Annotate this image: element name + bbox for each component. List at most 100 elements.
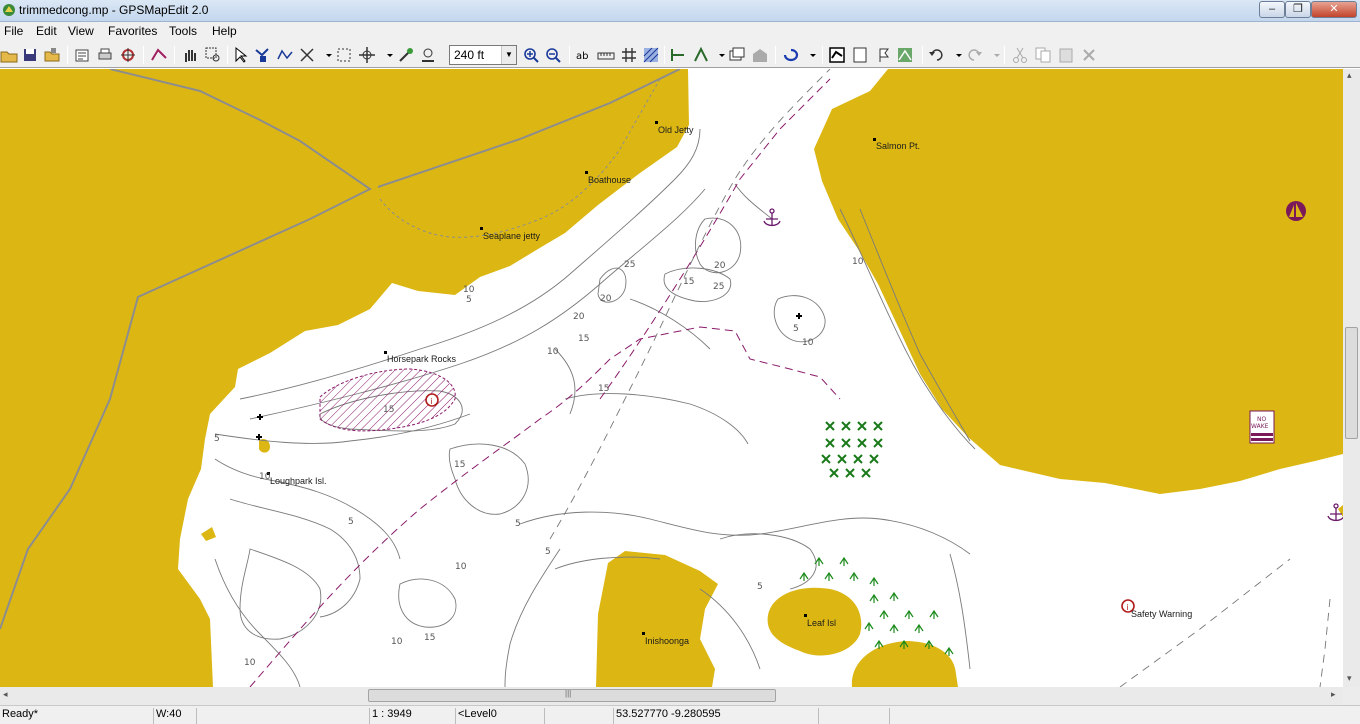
zoom-in-icon[interactable] — [522, 46, 540, 64]
properties-icon[interactable] — [73, 46, 91, 64]
polyline-icon[interactable] — [276, 46, 294, 64]
nautical-chart[interactable]: i i NO WAKE 25 2015202520151051015510155… — [0, 69, 1343, 687]
split-icon[interactable] — [692, 46, 710, 64]
depth-label: 5 — [214, 434, 220, 444]
chevron-down-icon[interactable]: ▼ — [501, 46, 516, 64]
status-empty-pane — [196, 708, 368, 724]
depth-label: 5 — [348, 517, 354, 527]
scroll-left-icon[interactable]: ◂ — [3, 689, 8, 700]
move-icon[interactable] — [358, 46, 376, 64]
label-horsepark-rocks[interactable]: Horsepark Rocks — [387, 354, 456, 364]
close-button[interactable]: ✕ — [1311, 1, 1357, 18]
depth-label: 20 — [573, 312, 585, 322]
open-icon[interactable] — [0, 46, 18, 64]
hatch-fill-icon[interactable] — [642, 46, 660, 64]
menu-edit[interactable]: Edit — [36, 24, 57, 38]
depth-label: 15 — [424, 633, 435, 643]
chevron-down-icon[interactable] — [950, 46, 962, 64]
scroll-right-icon[interactable]: ▸ — [1331, 689, 1336, 700]
page-icon[interactable] — [851, 46, 869, 64]
toolbar-separator — [569, 46, 570, 64]
gps-icon[interactable] — [119, 46, 137, 64]
fish-trap-area-icon — [821, 421, 883, 478]
save-icon[interactable] — [21, 46, 39, 64]
depth-label: 15 — [383, 405, 394, 415]
svg-text:i: i — [1127, 603, 1129, 612]
undo-icon[interactable] — [928, 46, 946, 64]
edit-nodes-icon[interactable] — [253, 46, 271, 64]
menu-tools[interactable]: Tools — [169, 24, 197, 38]
scroll-grip-icon: ||| — [565, 689, 572, 698]
zoom-rect-icon[interactable] — [204, 46, 222, 64]
scroll-up-icon[interactable]: ▴ — [1347, 70, 1352, 81]
menu-file[interactable]: File — [4, 24, 23, 38]
select-arrow-icon[interactable] — [232, 46, 250, 64]
vertical-scrollbar[interactable]: ▴ ▾ — [1343, 69, 1360, 687]
label-loughpark-isl[interactable]: Loughpark Isl. — [270, 476, 327, 486]
depth-label: 25 — [713, 282, 724, 292]
minimize-button[interactable]: ‒ — [1259, 1, 1285, 18]
waypoint-icon[interactable] — [874, 46, 892, 64]
scroll-corner — [1343, 687, 1360, 705]
labels-toggle-icon[interactable]: ab — [575, 46, 593, 64]
join-nodes-icon[interactable] — [669, 46, 687, 64]
anchorage-icon — [763, 208, 781, 227]
zoom-level-value: 240 ft — [454, 48, 485, 62]
toolbar-separator — [174, 46, 175, 64]
route-icon[interactable] — [150, 46, 168, 64]
zoom-out-icon[interactable] — [544, 46, 562, 64]
horizontal-scrollbar[interactable]: ◂ ||| ▸ — [0, 687, 1343, 705]
grid-icon[interactable] — [620, 46, 638, 64]
add-point-icon[interactable] — [397, 46, 415, 64]
ruler-icon[interactable] — [597, 46, 615, 64]
depth-label: 10 — [802, 338, 814, 348]
label-old-jetty[interactable]: Old Jetty — [658, 125, 694, 135]
text-label-icon[interactable] — [419, 46, 437, 64]
loop-icon[interactable] — [782, 46, 800, 64]
print-icon[interactable] — [96, 46, 114, 64]
track-icon[interactable] — [896, 46, 914, 64]
label-safety-warning[interactable]: Safety Warning — [1131, 609, 1192, 619]
folder-lock-icon[interactable] — [43, 46, 61, 64]
scroll-down-icon[interactable]: ▾ — [1347, 673, 1352, 684]
status-scale: 1 : 3949 — [369, 708, 453, 724]
map-canvas[interactable]: i i NO WAKE 25 20 15 20 25 20 15 10 5 10… — [0, 69, 1343, 687]
toolbar-separator — [775, 46, 776, 64]
toolbar-separator — [664, 46, 665, 64]
label-inishoonga[interactable]: Inishoonga — [645, 636, 689, 646]
chevron-down-icon[interactable] — [804, 46, 816, 64]
horizontal-scroll-thumb[interactable]: ||| — [368, 689, 776, 702]
trim-icon[interactable] — [298, 46, 316, 64]
menu-favorites[interactable]: Favorites — [108, 24, 157, 38]
chevron-down-icon[interactable] — [713, 46, 725, 64]
depth-label: 20 — [600, 294, 612, 304]
depth-label: 5 — [757, 582, 763, 592]
vertical-scroll-thumb[interactable] — [1345, 327, 1358, 439]
menu-view[interactable]: View — [68, 24, 94, 38]
zoom-level-select[interactable]: 240 ft ▼ — [449, 45, 517, 65]
building-icon[interactable] — [751, 46, 769, 64]
label-boathouse[interactable]: Boathouse — [588, 175, 631, 185]
menu-help[interactable]: Help — [212, 24, 237, 38]
layers-icon[interactable] — [728, 46, 746, 64]
status-empty-pane — [544, 708, 612, 724]
grey-dash-line-e — [1319, 598, 1331, 687]
label-leaf-isl[interactable]: Leaf Isl — [807, 618, 836, 628]
depth-label: 10 — [852, 257, 864, 267]
map-raster-icon[interactable] — [828, 46, 846, 64]
toolbar-separator — [227, 46, 228, 64]
depth-label: 5 — [793, 324, 799, 334]
redo-icon — [965, 46, 983, 64]
label-seaplane-jetty[interactable]: Seaplane jetty — [483, 231, 540, 241]
status-coordinates: 53.527770 -9.280595 — [613, 708, 817, 724]
small-rock — [201, 527, 216, 541]
maximize-button[interactable]: ❐ — [1285, 1, 1311, 18]
depth-label: 5 — [545, 547, 551, 557]
depth-label: 15 — [683, 277, 694, 287]
hand-pan-icon[interactable] — [181, 46, 199, 64]
chevron-down-icon[interactable] — [320, 46, 332, 64]
bound-select-icon[interactable] — [335, 46, 353, 64]
cut-icon — [1011, 46, 1029, 64]
label-salmon-pt[interactable]: Salmon Pt. — [876, 141, 920, 151]
chevron-down-icon[interactable] — [381, 46, 393, 64]
